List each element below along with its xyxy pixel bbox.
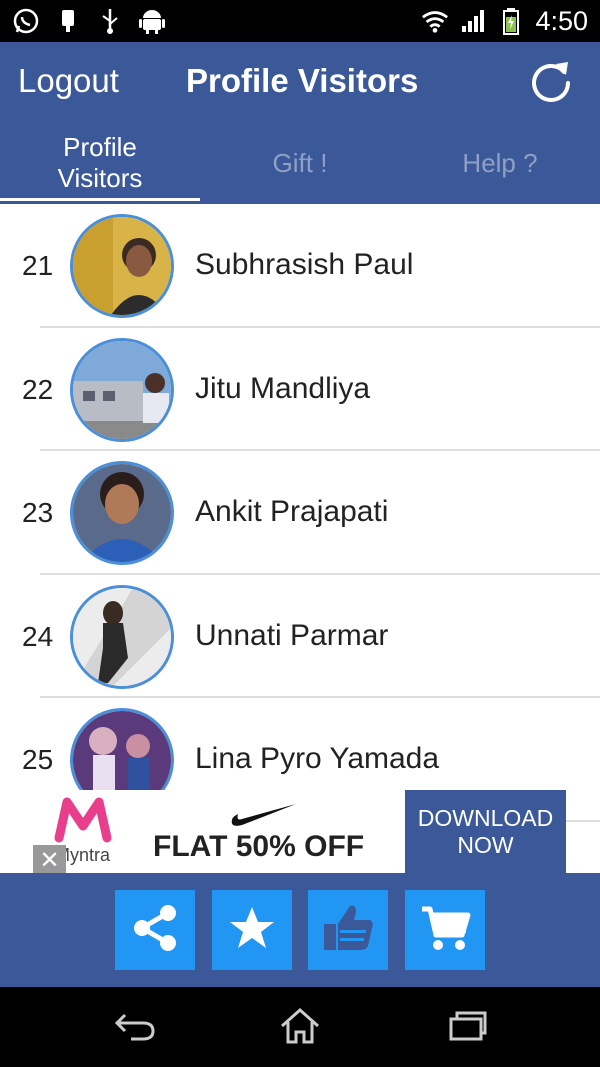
recent-apps-button[interactable] <box>442 1005 492 1051</box>
avatar <box>70 461 174 565</box>
back-icon <box>113 1009 157 1048</box>
shop-button[interactable] <box>405 890 485 970</box>
tab-gift[interactable]: Gift ! <box>200 122 400 204</box>
visitor-list[interactable]: 21 Subhrasish Paul 22 Jitu Mandliya 23 A… <box>0 204 600 872</box>
tab-bar: Profile Visitors Gift ! Help ? <box>0 122 600 204</box>
status-left-icons <box>12 6 166 36</box>
ad-banner[interactable]: Myntra ✕ FLAT 50% OFF DOWNLOAD NOW <box>33 790 566 875</box>
tab-help[interactable]: Help ? <box>400 122 600 204</box>
tab-profile-visitors-label: Profile Visitors <box>57 132 143 193</box>
whatsapp-icon <box>12 7 40 35</box>
like-button[interactable] <box>308 890 388 970</box>
refresh-icon[interactable] <box>526 56 576 106</box>
home-button[interactable] <box>275 1005 325 1051</box>
thumbs-up-icon <box>320 900 376 961</box>
home-icon <box>278 1006 322 1051</box>
status-bar: 4:50 <box>0 0 600 42</box>
visitor-rank: 22 <box>22 373 54 405</box>
ad-close-button[interactable]: ✕ <box>33 845 66 875</box>
status-right: 4:50 <box>421 4 588 38</box>
star-icon <box>227 903 277 958</box>
visitor-rank: 23 <box>22 497 54 528</box>
visitor-rank: 21 <box>22 250 54 281</box>
share-button[interactable] <box>115 890 195 970</box>
battery-icon <box>497 7 525 35</box>
list-item[interactable]: 24 Unnati Parmar <box>0 575 600 698</box>
signal-icon <box>459 7 487 35</box>
back-button[interactable] <box>110 1005 160 1051</box>
system-nav-bar <box>0 987 600 1067</box>
list-item[interactable]: 21 Subhrasish Paul <box>0 204 600 328</box>
tab-gift-label: Gift ! <box>272 147 328 178</box>
phone-plug-icon <box>54 7 82 35</box>
page-title: Profile Visitors <box>186 62 419 99</box>
status-time: 4:50 <box>535 5 588 36</box>
tab-help-label: Help ? <box>462 147 538 178</box>
visitor-rank: 24 <box>22 620 54 652</box>
logout-button[interactable]: Logout <box>18 62 119 100</box>
bottom-action-bar <box>0 873 600 987</box>
tab-profile-visitors[interactable]: Profile Visitors <box>0 122 200 204</box>
active-tab-indicator <box>0 198 200 201</box>
visitor-name: Subhrasish Paul <box>195 248 414 281</box>
wifi-icon <box>421 7 449 35</box>
cart-icon <box>418 901 472 960</box>
visitor-name: Ankit Prajapati <box>195 495 389 528</box>
app-bar: Logout Profile Visitors <box>0 42 600 122</box>
ad-download-label: DOWNLOAD NOW <box>417 805 554 858</box>
share-icon <box>128 901 182 960</box>
avatar <box>70 214 174 318</box>
rate-button[interactable] <box>212 890 292 970</box>
usb-icon <box>96 7 124 35</box>
ad-download-button[interactable]: DOWNLOAD NOW <box>405 790 566 874</box>
visitor-rank: 25 <box>22 744 54 775</box>
visitor-name: Unnati Parmar <box>195 618 389 652</box>
recent-apps-icon <box>445 1009 489 1048</box>
visitor-name: Lina Pyro Yamada <box>195 742 440 775</box>
list-item[interactable]: 23 Ankit Prajapati <box>0 451 600 575</box>
avatar <box>70 584 174 689</box>
android-icon <box>138 7 166 35</box>
avatar <box>70 337 174 442</box>
visitor-name: Jitu Mandliya <box>195 371 371 405</box>
ad-offer-text: FLAT 50% OFF <box>153 830 365 863</box>
list-item[interactable]: 22 Jitu Mandliya <box>0 328 600 451</box>
